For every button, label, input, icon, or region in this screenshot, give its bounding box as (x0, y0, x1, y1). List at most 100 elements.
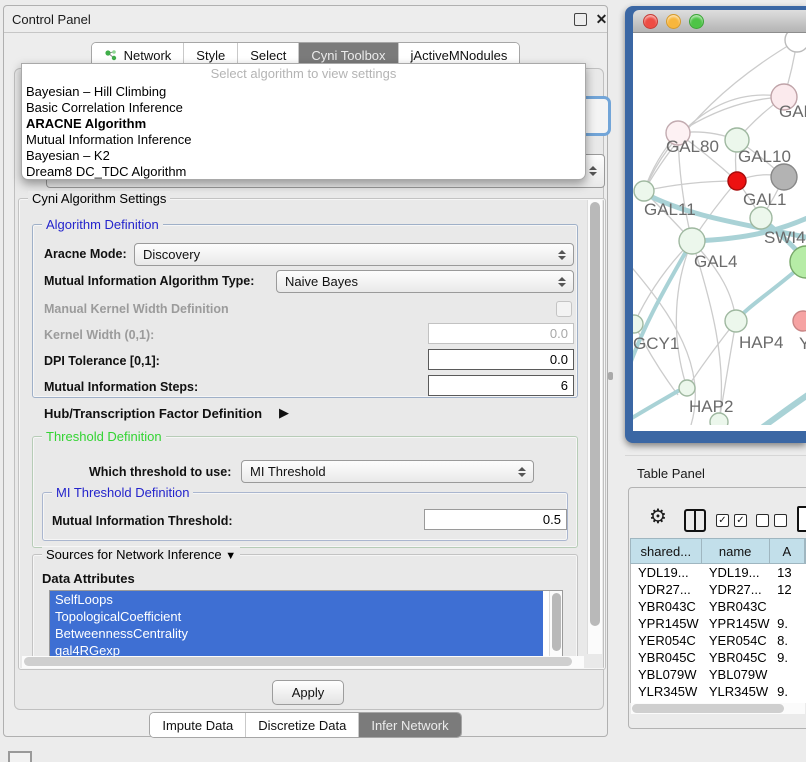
dropdown-placeholder: Select algorithm to view settings (22, 64, 585, 84)
kernel-width-field[interactable]: 0.0 (428, 323, 574, 344)
table-row[interactable]: YPR145WYPR145W9. (631, 615, 806, 632)
zoom-window-icon[interactable] (689, 14, 704, 29)
list-item[interactable]: BetweennessCentrality (50, 625, 543, 642)
dropdown-item[interactable]: Bayesian – Hill Climbing (22, 84, 585, 100)
network-node-gal1[interactable] (750, 207, 772, 229)
dropdown-item[interactable]: Dream8 DC_TDC Algorithm (22, 164, 585, 180)
mi-steps-field[interactable]: 6 (428, 375, 574, 396)
table-row[interactable]: YBL079WYBL079W (631, 666, 806, 683)
mi-threshold-field[interactable]: 0.5 (424, 509, 567, 530)
column-header[interactable]: name (702, 539, 770, 563)
list-scrollbar[interactable] (549, 591, 562, 659)
table-cell: 9. (770, 649, 806, 666)
table-cell (770, 666, 806, 683)
table-body: YDL19...YDL19...13YDR27...YDR27...12YBR0… (630, 564, 806, 703)
column-header[interactable]: shared... (631, 539, 702, 563)
table-row[interactable]: YBR043CYBR043C (631, 598, 806, 615)
network-node-hap2[interactable] (679, 380, 695, 396)
settings-vertical-scrollbar[interactable] (587, 200, 602, 654)
network-node-hap4[interactable] (725, 310, 747, 332)
minimized-panel-icon[interactable] (8, 751, 32, 762)
table-cell (770, 598, 806, 615)
control-panel: Control Panel ✕ NetworkStyleSelectCyni T… (3, 5, 608, 737)
table-panel-title: Table Panel (637, 466, 705, 481)
unchecked-pair-icon[interactable] (756, 514, 787, 527)
combo-stepper-icon (554, 250, 570, 260)
network-node[interactable] (785, 33, 806, 52)
combo-stepper-icon (585, 166, 601, 176)
document-icon[interactable] (797, 506, 806, 532)
checked-pair-icon[interactable]: ✓✓ (716, 514, 747, 527)
settings-group-title: Cyni Algorithm Settings (28, 191, 170, 206)
tab-infer-network[interactable]: Infer Network (359, 713, 460, 737)
table-horizontal-scrollbar[interactable] (631, 703, 805, 714)
table-cell: YBR043C (702, 598, 770, 615)
apply-button[interactable]: Apply (272, 680, 344, 705)
manual-kernel-label: Manual Kernel Width Definition (44, 302, 229, 316)
which-threshold-combobox[interactable]: MI Threshold (241, 460, 534, 483)
mi-threshold-group-title: MI Threshold Definition (52, 485, 193, 500)
aracne-mode-combobox[interactable]: Discovery (134, 243, 574, 266)
tab-label: Select (250, 48, 286, 63)
column-header[interactable]: A (770, 539, 805, 563)
node-label: Y (799, 334, 806, 353)
table-cell: 12 (770, 581, 806, 598)
table-cell: YBR043C (631, 598, 702, 615)
mi-type-value: Naive Bayes (285, 274, 554, 289)
table-row[interactable]: YBR045CYBR045C9. (631, 649, 806, 666)
dropdown-item[interactable]: ARACNE Algorithm (22, 116, 585, 132)
hub-section-label[interactable]: Hub/Transcription Factor Definition (44, 406, 262, 421)
mi-threshold-label: Mutual Information Threshold: (52, 514, 233, 528)
data-attributes-label: Data Attributes (42, 571, 135, 586)
network-canvas[interactable]: GALGAL80GAL10GAL1SWI4GAL11GAL4GCY1HAP4YH… (633, 33, 806, 431)
tab-discretize-data[interactable]: Discretize Data (246, 713, 359, 737)
network-view-window[interactable]: GALGAL80GAL10GAL1SWI4GAL11GAL4GCY1HAP4YH… (625, 6, 806, 443)
table-row[interactable]: YDL19...YDL19...13 (631, 564, 806, 581)
minimize-window-icon[interactable] (666, 14, 681, 29)
data-attributes-list[interactable]: SelfLoopsTopologicalCoefficientBetweenne… (49, 590, 563, 662)
dropdown-item[interactable]: Basic Correlation Inference (22, 100, 585, 116)
network-node[interactable] (728, 172, 746, 190)
node-label: GAL80 (666, 137, 719, 156)
application-window: Control Panel ✕ NetworkStyleSelectCyni T… (0, 0, 806, 762)
node-attribute-table: shared...nameA YDL19...YDL19...13YDR27..… (630, 538, 806, 703)
table-cell: YDL19... (702, 564, 770, 581)
threshold-definition-title: Threshold Definition (42, 429, 166, 444)
split-view-icon[interactable] (684, 509, 706, 532)
control-panel-header: Control Panel ✕ (4, 6, 607, 33)
table-row[interactable]: YDR27...YDR27...12 (631, 581, 806, 598)
sources-group-title[interactable]: Sources for Network Inference ▼ (42, 547, 240, 562)
tab-impute-data[interactable]: Impute Data (150, 713, 246, 737)
close-window-icon[interactable] (643, 14, 658, 29)
table-row[interactable]: YER054CYER054C8. (631, 632, 806, 649)
table-cell: YDR27... (631, 581, 702, 598)
gear-icon[interactable]: ⚙ (649, 507, 667, 527)
aracne-mode-label: Aracne Mode: (44, 247, 127, 261)
panel-title: Control Panel (12, 12, 91, 27)
tab-label: jActiveMNodules (411, 48, 508, 63)
dropdown-item[interactable]: Bayesian – K2 (22, 148, 585, 164)
kernel-width-label: Kernel Width (0,1): (44, 328, 154, 342)
table-row[interactable]: YLR345WYLR345W9. (631, 683, 806, 700)
expand-right-icon[interactable]: ▶ (279, 405, 289, 421)
list-item[interactable]: TopologicalCoefficient (50, 608, 543, 625)
float-panel-icon[interactable] (574, 13, 587, 26)
table-cell: 9. (770, 615, 806, 632)
network-node[interactable] (771, 164, 797, 190)
network-node-y[interactable] (793, 311, 806, 331)
table-cell: YDL19... (631, 564, 702, 581)
manual-kernel-checkbox[interactable] (556, 301, 572, 317)
list-item[interactable]: SelfLoops (50, 591, 543, 608)
network-node-gal4[interactable] (679, 228, 705, 254)
table-header-row: shared...nameA (630, 538, 806, 564)
network-node-gcy1[interactable] (633, 315, 643, 333)
network-window-titlebar[interactable] (633, 10, 806, 33)
mi-type-combobox[interactable]: Naive Bayes (276, 270, 574, 293)
network-node-gal11[interactable] (634, 181, 654, 201)
table-cell: YER054C (631, 632, 702, 649)
dropdown-item[interactable]: Mutual Information Inference (22, 132, 585, 148)
panel-splitter-handle[interactable] (608, 372, 613, 380)
settings-horizontal-scrollbar[interactable] (22, 656, 584, 668)
dpi-tolerance-field[interactable]: 0.0 (428, 349, 574, 370)
close-panel-icon[interactable]: ✕ (595, 13, 608, 26)
